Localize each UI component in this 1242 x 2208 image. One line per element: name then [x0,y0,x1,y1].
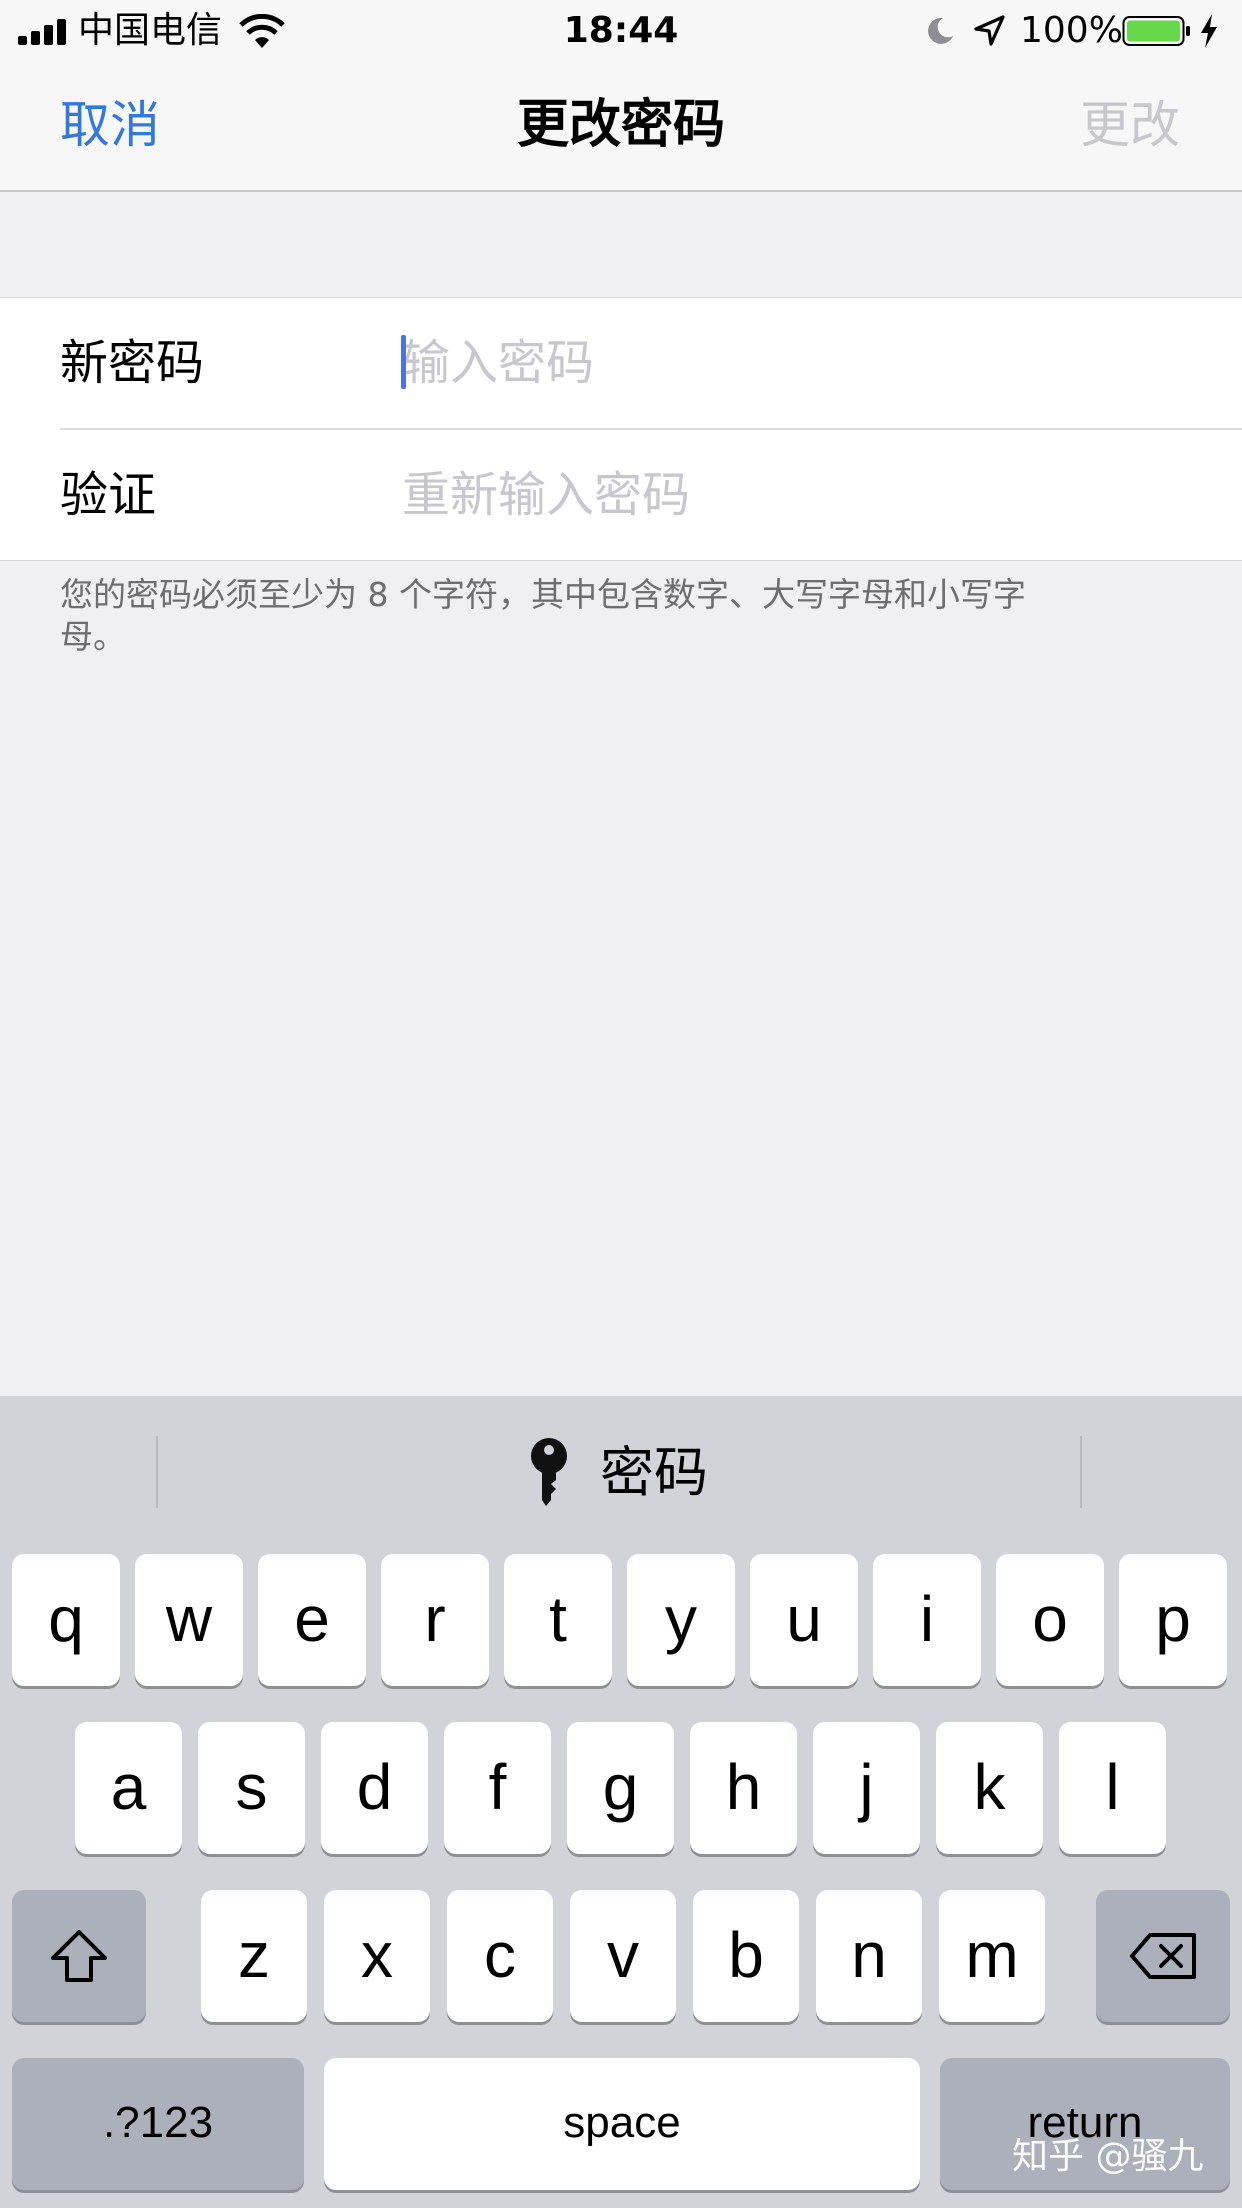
suggestion-label: 密码 [600,1441,708,1504]
key-c[interactable]: c [447,1890,553,2022]
moon-icon [928,17,953,44]
battery-percentage: 100% [1020,10,1123,51]
delete-backspace-icon [1130,1933,1196,1979]
numbers-key[interactable]: .?123 [12,2058,304,2190]
key-h[interactable]: h [690,1722,797,1854]
key-n[interactable]: n [816,1890,922,2022]
key-t[interactable]: t [504,1554,612,1686]
shift-arrow-icon [51,1930,107,1982]
key-z[interactable]: z [201,1890,307,2022]
delete-key[interactable] [1096,1890,1230,2022]
key-f[interactable]: f [444,1722,551,1854]
navigation-bar: 更改密码 取消 更改 [0,62,1242,192]
password-requirements-hint: 您的密码必须至少为 8 个字符，其中包含数字、大写字母和小写字母。 [60,575,1026,656]
shift-key[interactable] [12,1890,146,2022]
key-w[interactable]: w [135,1554,243,1686]
new-password-label: 新密码 [60,335,205,391]
new-password-row: 新密码 [0,298,1242,430]
key-r[interactable]: r [381,1554,489,1686]
key-p[interactable]: p [1119,1554,1227,1686]
key-e[interactable]: e [258,1554,366,1686]
keyboard-suggestion-bar: 密码 [0,1396,1242,1524]
key-u[interactable]: u [750,1554,858,1686]
watermark: 知乎 @骚九 [1012,2136,1204,2177]
key-k[interactable]: k [936,1722,1043,1854]
charging-bolt-icon [1201,14,1217,48]
key-q[interactable]: q [12,1554,120,1686]
key-g[interactable]: g [567,1722,674,1854]
new-password-input[interactable] [402,328,1202,398]
verify-label: 验证 [60,467,157,523]
key-s[interactable]: s [198,1722,305,1854]
key-i[interactable]: i [873,1554,981,1686]
space-key[interactable]: space [324,2058,920,2190]
key-b[interactable]: b [693,1890,799,2022]
key-a[interactable]: a [75,1722,182,1854]
key-m[interactable]: m [939,1890,1045,2022]
key-icon [531,1438,567,1506]
password-form: 新密码 验证 [0,297,1242,561]
battery-icon [1122,16,1190,46]
cancel-button[interactable]: 取消 [60,92,160,158]
key-o[interactable]: o [996,1554,1104,1686]
key-l[interactable]: l [1059,1722,1166,1854]
verify-password-row: 验证 [0,430,1242,561]
key-x[interactable]: x [324,1890,430,2022]
verify-password-input[interactable] [402,460,1202,530]
suggestion-divider [1080,1436,1082,1508]
text-cursor [401,335,406,389]
status-bar: 中国电信 18:44 100% [0,0,1242,62]
keyboard: 密码 qwertyuiop asdfghjkl zxcvbnm .?123 sp… [0,1396,1242,2208]
location-arrow-icon [974,15,1005,46]
key-y[interactable]: y [627,1554,735,1686]
change-button[interactable]: 更改 [1080,92,1180,158]
page-title: 更改密码 [516,95,725,155]
suggestion-divider [156,1436,158,1508]
key-v[interactable]: v [570,1890,676,2022]
key-j[interactable]: j [813,1722,920,1854]
key-d[interactable]: d [321,1722,428,1854]
